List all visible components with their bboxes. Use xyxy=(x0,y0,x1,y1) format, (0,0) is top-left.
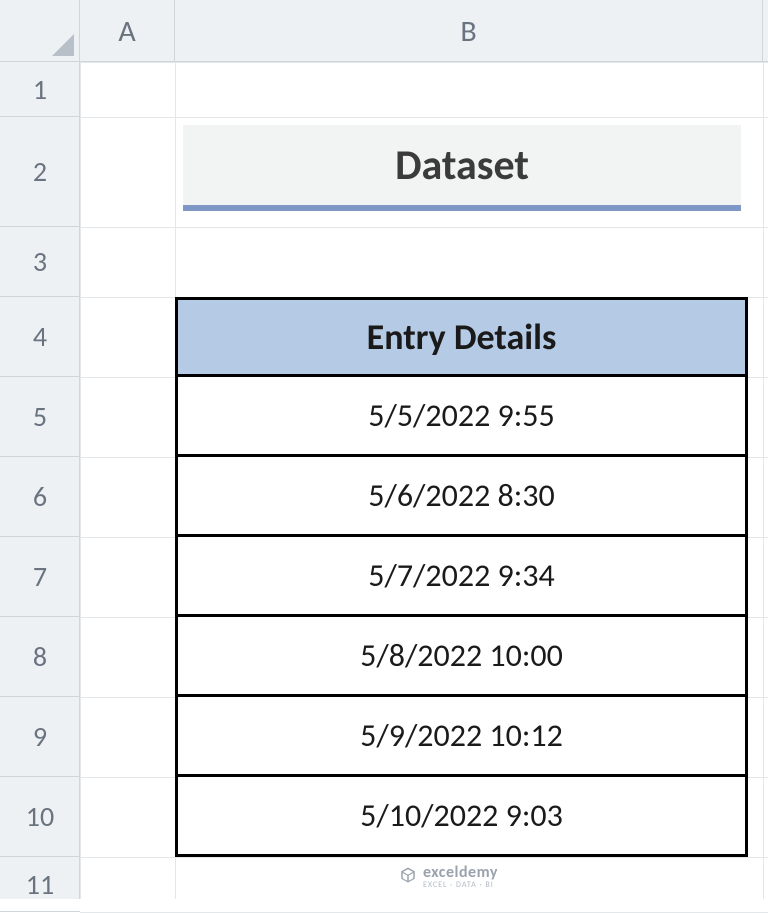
select-all-corner[interactable] xyxy=(0,0,80,62)
table-row[interactable]: 5/9/2022 10:12 xyxy=(175,697,748,777)
row-header-5[interactable]: 5 xyxy=(0,377,80,457)
row-header-2[interactable]: 2 xyxy=(0,117,80,227)
row-headers: 1234567891011 xyxy=(0,62,80,899)
table-header-entry-details[interactable]: Entry Details xyxy=(175,297,748,377)
gridline xyxy=(80,117,768,118)
table-row[interactable]: 5/10/2022 9:03 xyxy=(175,777,748,857)
gridline xyxy=(80,227,768,228)
cube-icon xyxy=(399,866,417,889)
row-header-7[interactable]: 7 xyxy=(0,537,80,617)
row-header-10[interactable]: 10 xyxy=(0,777,80,857)
exceldemy-watermark: exceldemy EXCEL · DATA · BI xyxy=(399,865,498,889)
gridline xyxy=(80,62,768,63)
row-header-6[interactable]: 6 xyxy=(0,457,80,537)
row-header-3[interactable]: 3 xyxy=(0,227,80,297)
column-headers: AB xyxy=(80,0,768,62)
column-header-a[interactable]: A xyxy=(80,0,175,62)
cell-grid[interactable]: 5/5/2022 9:555/6/2022 8:305/7/2022 9:345… xyxy=(80,62,768,899)
gridline xyxy=(763,62,764,899)
column-header-b[interactable]: B xyxy=(175,0,763,62)
row-header-9[interactable]: 9 xyxy=(0,697,80,777)
spreadsheet: AB 1234567891011 5/5/2022 9:555/6/2022 8… xyxy=(0,0,768,899)
row-header-11[interactable]: 11 xyxy=(0,857,80,912)
table-row[interactable]: 5/5/2022 9:55 xyxy=(175,377,748,457)
row-header-4[interactable]: 4 xyxy=(0,297,80,377)
table-row[interactable]: 5/6/2022 8:30 xyxy=(175,457,748,537)
watermark-tagline: EXCEL · DATA · BI xyxy=(423,881,498,889)
gridline xyxy=(80,857,768,858)
gridline xyxy=(80,62,81,899)
dataset-title: Dataset xyxy=(183,125,741,211)
row-header-8[interactable]: 8 xyxy=(0,617,80,697)
watermark-brand: exceldemy xyxy=(423,865,498,881)
table-row[interactable]: 5/7/2022 9:34 xyxy=(175,537,748,617)
table-row[interactable]: 5/8/2022 10:00 xyxy=(175,617,748,697)
row-header-1[interactable]: 1 xyxy=(0,62,80,117)
